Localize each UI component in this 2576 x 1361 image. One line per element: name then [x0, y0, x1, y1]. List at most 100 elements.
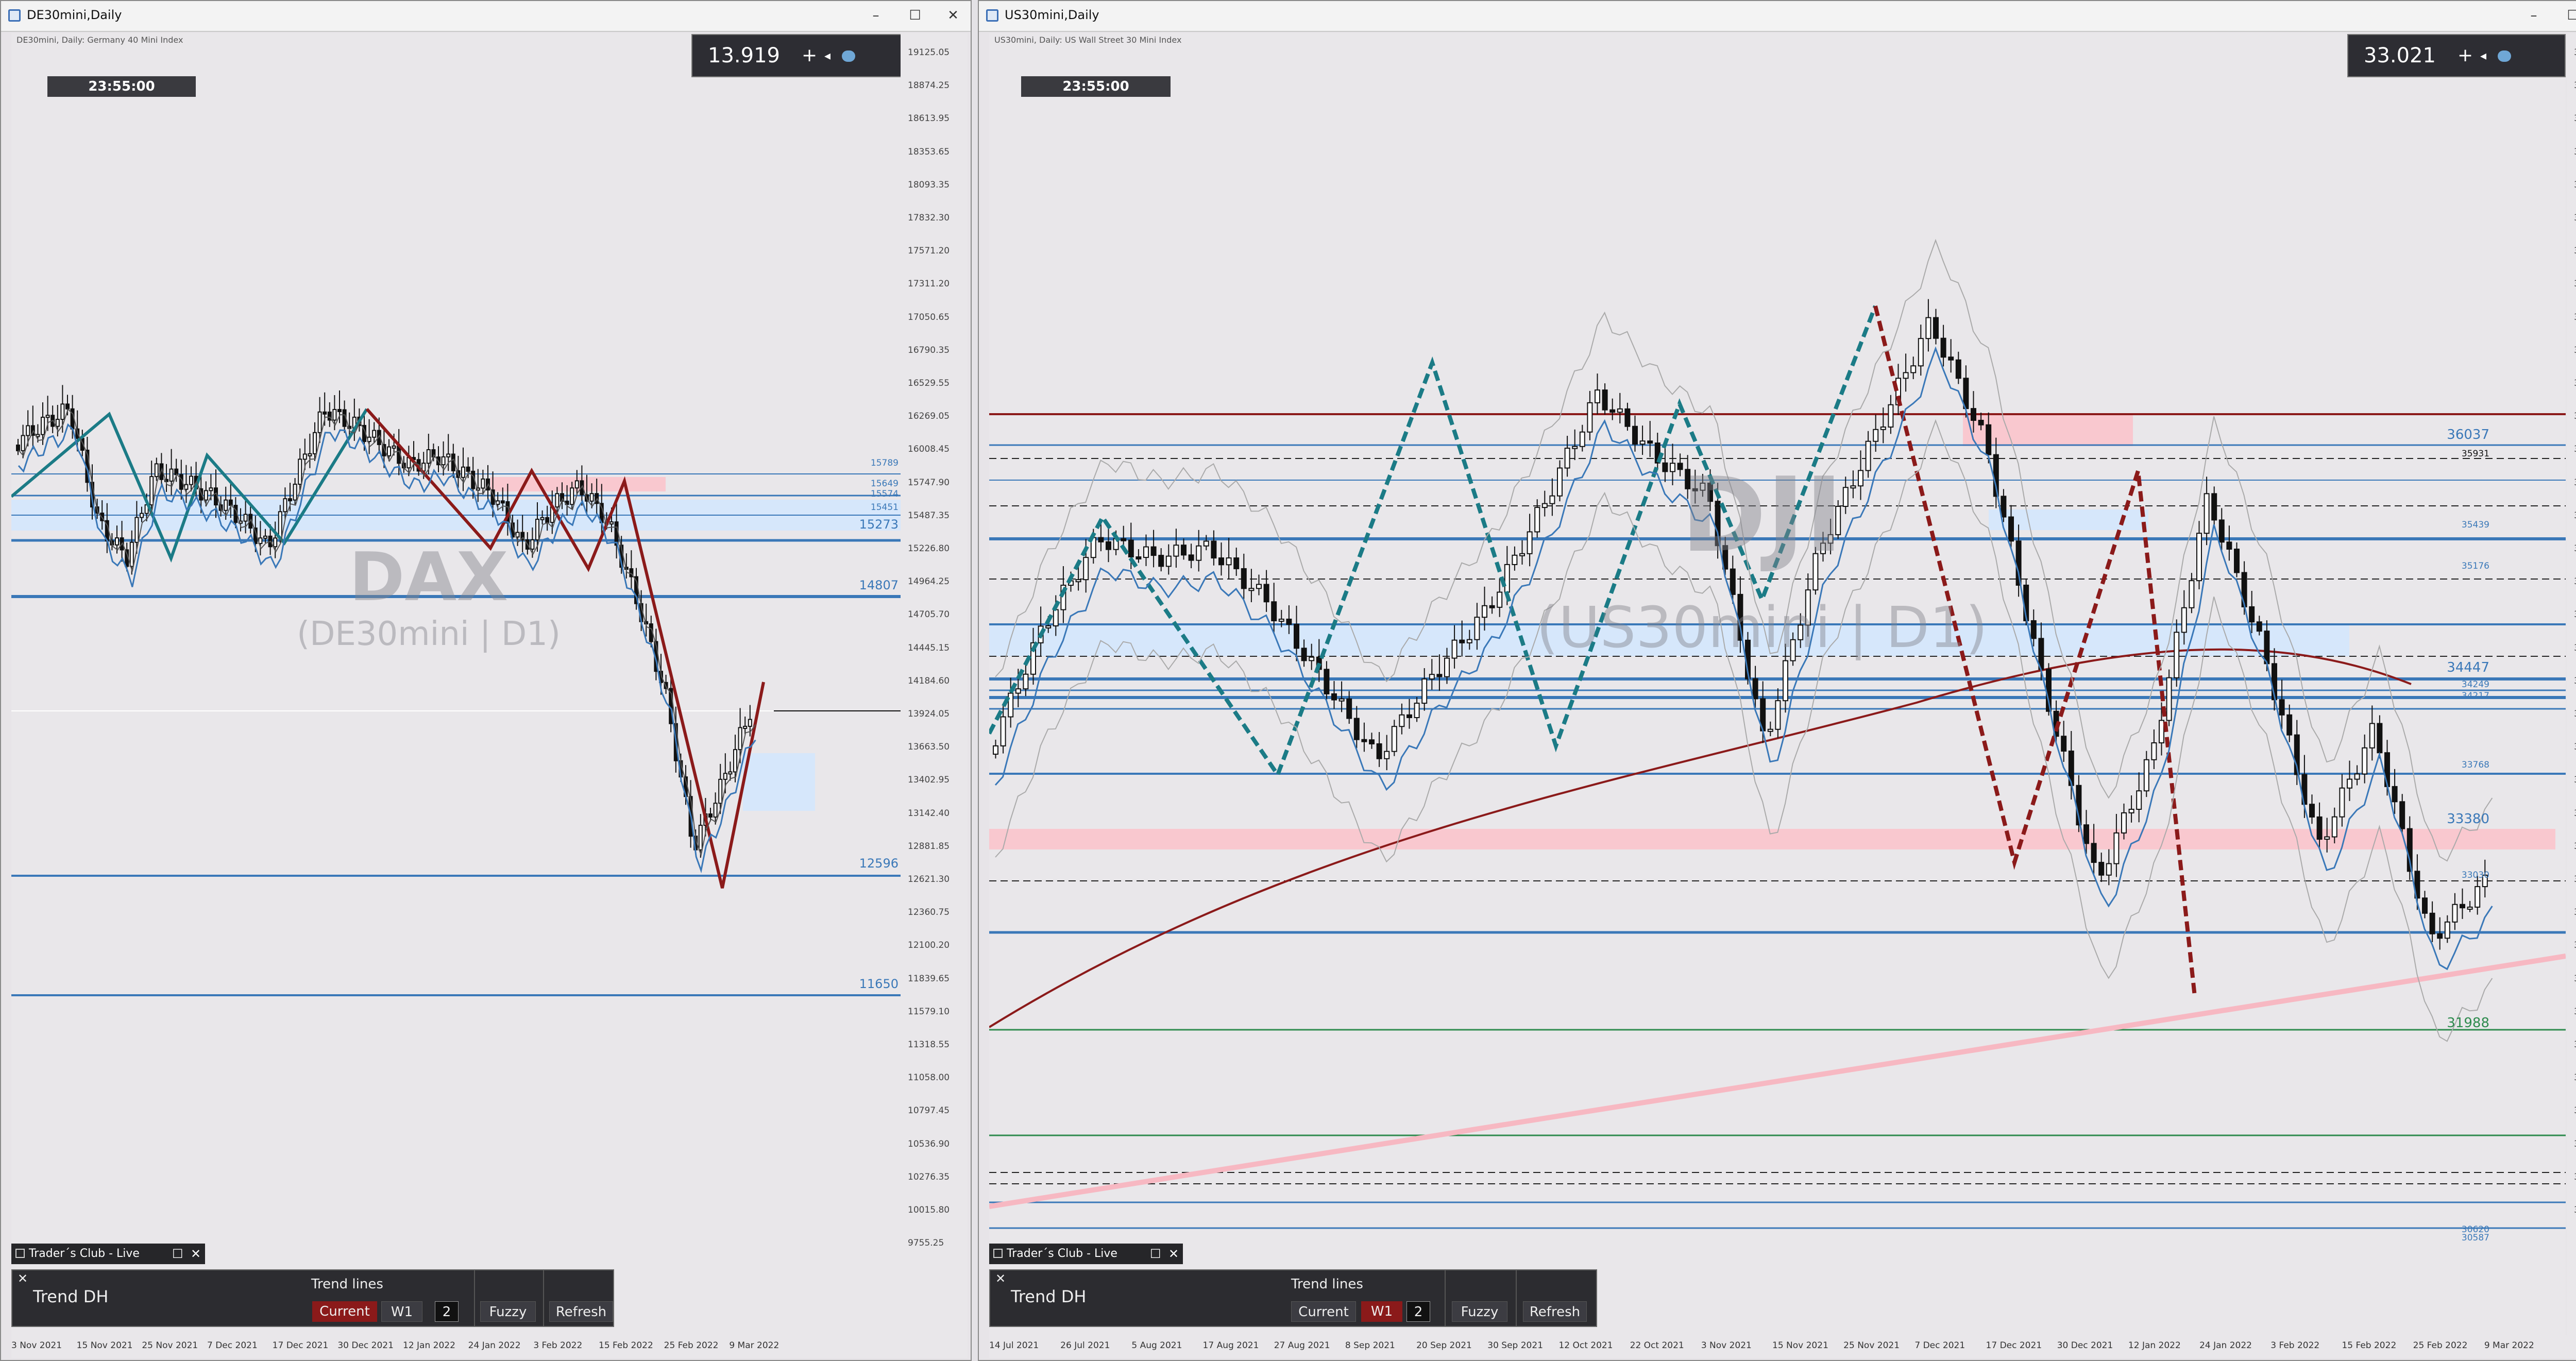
candle-body [65, 403, 70, 410]
time-tick-label: 12 Jan 2022 [403, 1340, 455, 1351]
candle-body [2211, 493, 2217, 521]
candle-body [426, 449, 431, 464]
time-tick-label: 3 Feb 2022 [533, 1340, 583, 1351]
spread-widget[interactable]: 33.021 + ◂ [2347, 34, 2566, 77]
current-button[interactable]: Current [312, 1301, 377, 1322]
candle-body [1639, 440, 1646, 445]
candle-body [1624, 408, 1631, 427]
candle-body [302, 453, 307, 460]
candle-body [2324, 836, 2330, 840]
window-titlebar[interactable]: US30mini,Daily – ☐ ✕ [979, 1, 2576, 32]
refresh-button[interactable]: Refresh [549, 1301, 613, 1322]
price-axis[interactable]: 19125.05 18874.25 18613.95 18353.65 18093.35… [901, 33, 968, 1335]
candle-body [1083, 557, 1089, 581]
maximize-button[interactable]: ☐ [901, 4, 929, 27]
candle-body [2166, 677, 2172, 721]
candle-body [461, 466, 465, 478]
price-tick-label: 35578.00 [2574, 478, 2576, 488]
candle-body [1632, 426, 1638, 445]
candle-body [1459, 639, 1465, 643]
chart-window-de30[interactable]: DE30mini,Daily – ☐ ✕ 15789 15649 15574 1545… [0, 0, 972, 1361]
minimize-button[interactable]: – [861, 4, 890, 27]
price-tick-label: 12360.75 [908, 907, 950, 918]
level-label: 15451 [871, 502, 899, 513]
time-axis[interactable]: 14 Jul 2021 26 Jul 2021 5 Aug 2021 17 Aug 2… [989, 1335, 2576, 1358]
price-tick-label: 14964.25 [908, 576, 950, 587]
maximize-button[interactable]: ☐ [2558, 4, 2576, 27]
price-tick-label: 37625.00 [2574, 180, 2576, 190]
arrow-left-icon[interactable]: ◂ [824, 45, 831, 66]
level-label: 30587 [2462, 1233, 2489, 1243]
candle-body [1248, 588, 1255, 591]
candle-body [441, 456, 446, 466]
price-tick-label: 13402.95 [908, 775, 950, 786]
candle-body [154, 463, 159, 478]
fuzzy-button[interactable]: Fuzzy [1452, 1301, 1507, 1322]
w1-button[interactable]: W1 [1361, 1301, 1402, 1322]
candle-body [2429, 912, 2435, 934]
candle-body [55, 419, 60, 427]
period-number[interactable]: 2 [435, 1301, 459, 1322]
panel-close-icon[interactable]: ✕ [995, 1271, 1006, 1286]
arrow-left-icon[interactable]: ◂ [2480, 45, 2486, 66]
price-tick-label: 32393.00 [2574, 940, 2576, 950]
time-tick-label: 25 Nov 2021 [142, 1340, 198, 1351]
time-tick-label: 15 Nov 2021 [1772, 1340, 1828, 1351]
plus-icon[interactable]: + [2458, 45, 2473, 66]
maximize-icon[interactable]: ☐ [1150, 1244, 1161, 1264]
fuzzy-button[interactable]: Fuzzy [480, 1301, 536, 1322]
candle-body [2475, 886, 2481, 908]
toggle-dot-icon[interactable] [842, 50, 855, 62]
trader-club-bar[interactable]: Trader´s Club - Live ☐ ✕ [11, 1244, 205, 1264]
plus-icon[interactable]: + [802, 45, 817, 66]
trader-club-bar[interactable]: Trader´s Club - Live ☐ ✕ [989, 1244, 1183, 1264]
candle-body [149, 476, 154, 505]
maximize-icon[interactable]: ☐ [172, 1244, 183, 1264]
price-tick-label: 19125.05 [908, 47, 950, 58]
time-tick-label: 12 Jan 2022 [2128, 1340, 2181, 1351]
toggle-dot-icon[interactable] [2498, 50, 2511, 62]
price-tick-label: 14445.15 [908, 642, 950, 653]
spread-widget[interactable]: 13.919 + ◂ [691, 34, 910, 77]
window-title: DE30mini,Daily [27, 8, 122, 22]
candle-body [1925, 317, 1931, 339]
price-tick-label: 33758.00 [2574, 742, 2576, 752]
price-chart-area[interactable]: 15789 15649 15574 15451 15273 14807 12596 11650… [11, 33, 910, 1335]
candle-body [1775, 700, 1781, 730]
candle-body [481, 478, 485, 489]
time-axis[interactable]: 3 Nov 2021 15 Nov 2021 25 Nov 2021 7 Dec 20… [11, 1335, 968, 1358]
close-icon[interactable]: ✕ [1168, 1244, 1179, 1264]
candle-body [1519, 553, 1525, 556]
candle-body [2174, 632, 2180, 678]
price-axis[interactable]: 38535.00 38308.00 38080.00 37853.00 37625.00… [2567, 33, 2576, 1335]
panel-separator [543, 1270, 544, 1326]
candle-body [308, 453, 312, 456]
time-tick-label: 7 Dec 2021 [1914, 1340, 1965, 1351]
price-tick-label: 36260.00 [2574, 378, 2576, 388]
candle-body [45, 415, 50, 418]
chart-window-us30[interactable]: US30mini,Daily – ☐ ✕ 36037 35931 35439 3517… [978, 0, 2576, 1361]
close-icon[interactable]: ✕ [191, 1244, 201, 1264]
close-button[interactable]: ✕ [939, 4, 968, 27]
candle-body [1369, 739, 1375, 744]
candle-body [1986, 424, 1992, 455]
candle-body [387, 446, 391, 456]
candle-body [555, 493, 560, 508]
price-chart-area[interactable]: 36037 35931 35439 35176 34447 34249 34217 33768… [989, 33, 2566, 1335]
candle-body [2121, 812, 2127, 833]
candle-body [1474, 617, 1480, 640]
w1-button[interactable]: W1 [381, 1301, 422, 1322]
window-titlebar[interactable]: DE30mini,Daily – ☐ ✕ [1, 1, 971, 32]
minimize-button[interactable]: – [2519, 4, 2548, 27]
panel-close-icon[interactable]: ✕ [18, 1271, 28, 1286]
candle-body [1211, 540, 1217, 559]
refresh-button[interactable]: Refresh [1523, 1301, 1587, 1322]
price-tick-label: 17571.20 [908, 246, 950, 257]
candle-body [26, 425, 30, 436]
time-tick-label: 22 Oct 2021 [1630, 1340, 1684, 1351]
candle-body [1045, 625, 1052, 628]
current-button[interactable]: Current [1291, 1301, 1356, 1322]
candle-body [2437, 933, 2443, 939]
level-label: 15789 [871, 458, 899, 468]
period-number[interactable]: 2 [1406, 1301, 1430, 1322]
